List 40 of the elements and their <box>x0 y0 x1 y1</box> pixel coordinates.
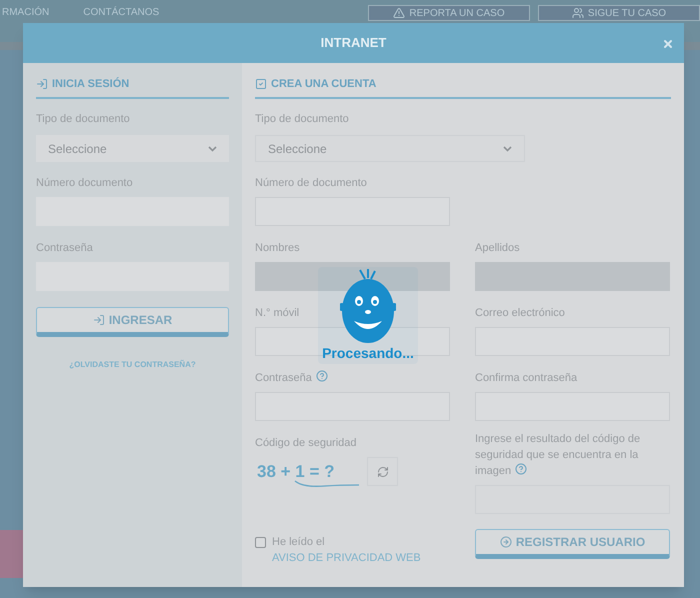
nav-button[interactable]: SIGUE TU CASO <box>538 5 700 21</box>
help-icon[interactable] <box>316 370 328 382</box>
captcha-image: 38 + 1 = ? <box>255 458 359 486</box>
smiley-face-icon <box>340 267 396 343</box>
field-label: Número de documento <box>255 176 368 191</box>
privacy-text: He leído el AVISO DE PRIVACIDAD WEB <box>272 535 422 566</box>
field-label: Correo electrónico <box>475 306 566 321</box>
field-label: Contraseña <box>255 370 450 386</box>
nav-link[interactable]: CONTÁCTANOS <box>81 5 160 20</box>
field-label: N.° móvil <box>255 306 300 321</box>
login-icon <box>92 314 105 326</box>
select-field[interactable]: Seleccione <box>36 135 229 162</box>
field-label: Apellidos <box>475 241 521 256</box>
privacy-link[interactable]: AVISO DE PRIVACIDAD WEB <box>272 550 421 566</box>
field-label: Nombres <box>255 241 301 256</box>
field-label: Código de seguridad <box>255 436 358 451</box>
login-button[interactable]: INGRESAR <box>36 307 229 337</box>
login-icon <box>36 78 48 90</box>
nav-link[interactable]: RMACIÓN <box>0 5 50 20</box>
chevron-down-icon <box>208 146 217 152</box>
modal-title: INTRANET <box>320 34 386 52</box>
refresh-button[interactable] <box>367 457 398 486</box>
warning-icon <box>393 7 406 19</box>
register-button[interactable]: REGISTRAR USUARIO <box>475 529 670 559</box>
section-heading: CREA UNA CUENTA <box>271 76 376 92</box>
nav-button[interactable]: REPORTA UN CASO <box>368 5 530 21</box>
section-heading: INICIA SESIÓN <box>52 76 130 92</box>
close-icon[interactable] <box>662 38 674 50</box>
forgot-password-link[interactable]: ¿OLVIDASTE TU CONTRASEÑA? <box>36 359 229 371</box>
select-field[interactable]: Seleccione <box>255 135 525 162</box>
field-label: Confirma contraseña <box>475 371 578 386</box>
refresh-icon <box>376 466 388 478</box>
field-label: Tipo de documento <box>255 112 350 127</box>
checkbox-icon <box>255 78 267 90</box>
people-icon <box>572 7 584 19</box>
captcha-instructions: Ingrese el resultado del código de seguridad que se encuentra en la imagen <box>475 432 642 479</box>
help-icon[interactable] <box>515 463 528 475</box>
chevron-down-icon <box>503 146 512 152</box>
loading-text: Procesando... <box>322 344 414 363</box>
privacy-checkbox[interactable] <box>255 537 266 548</box>
